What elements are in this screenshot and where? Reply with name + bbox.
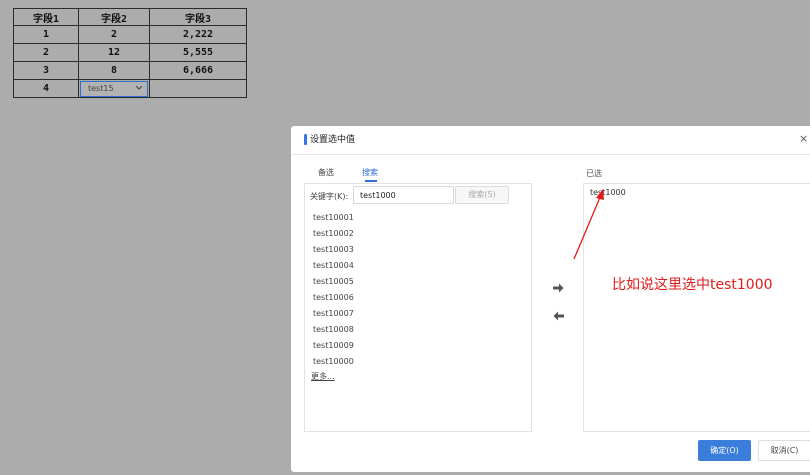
- dialog-title: 设置选中值: [310, 135, 356, 145]
- spreadsheet-table: 字段1 字段2 字段3 1 2 2,222 2 12 5,555 3 8 6,6…: [13, 8, 247, 98]
- selected-panel: test1000: [583, 183, 810, 432]
- header-cell-field2[interactable]: 字段2: [78, 8, 150, 26]
- selected-label: 已选: [586, 169, 602, 178]
- annotation-arrow-icon: [573, 189, 604, 260]
- search-button[interactable]: 搜索(S): [455, 186, 509, 204]
- option-list: test10001 test10002 test10003 test10004 …: [313, 210, 354, 370]
- list-item[interactable]: test10005: [313, 274, 354, 290]
- table-cell[interactable]: 3: [13, 61, 79, 80]
- table-cell[interactable]: 6,666: [149, 61, 247, 80]
- ok-button[interactable]: 确定(O): [698, 440, 751, 461]
- annotation-text: 比如说这里选中test1000: [612, 277, 773, 293]
- chevron-down-icon[interactable]: [135, 84, 143, 93]
- table-cell[interactable]: 8: [78, 61, 150, 80]
- search-panel: 关键字(K): 搜索(S) test10001 test10002 test10…: [304, 183, 532, 432]
- more-link[interactable]: 更多...: [311, 371, 335, 382]
- select-cell[interactable]: test15: [78, 79, 150, 98]
- move-right-arrow-icon[interactable]: [553, 283, 564, 296]
- cell-dropdown[interactable]: test15: [80, 80, 148, 97]
- title-accent-bar: [304, 134, 307, 145]
- set-selected-value-dialog: 设置选中值 × 备选 搜索 关键字(K): 搜索(S) test10001 te…: [291, 126, 810, 472]
- table-cell[interactable]: 2,222: [149, 25, 247, 44]
- table-row: 1 2 2,222: [13, 25, 247, 44]
- tab-search[interactable]: 搜索: [362, 167, 378, 178]
- dialog-header: 设置选中值 ×: [291, 126, 810, 155]
- cell-dropdown-value: test15: [88, 84, 114, 93]
- active-tab-indicator: [365, 180, 377, 182]
- header-cell-field3[interactable]: 字段3: [149, 8, 247, 26]
- list-item[interactable]: test10003: [313, 242, 354, 258]
- table-cell[interactable]: 5,555: [149, 43, 247, 62]
- table-cell[interactable]: 4: [13, 79, 79, 98]
- table-cell[interactable]: 1: [13, 25, 79, 44]
- keyword-label: 关键字(K):: [310, 192, 349, 201]
- list-item[interactable]: test10007: [313, 306, 354, 322]
- cancel-button[interactable]: 取消(C): [758, 440, 810, 461]
- keyword-input[interactable]: [353, 186, 454, 204]
- header-row: 字段1 字段2 字段3: [13, 8, 247, 26]
- header-cell-field1[interactable]: 字段1: [13, 8, 79, 26]
- list-item[interactable]: test10004: [313, 258, 354, 274]
- table-row: 2 12 5,555: [13, 43, 247, 62]
- table-cell[interactable]: 2: [13, 43, 79, 62]
- list-item[interactable]: test10008: [313, 322, 354, 338]
- list-item[interactable]: test10001: [313, 210, 354, 226]
- table-cell[interactable]: 12: [78, 43, 150, 62]
- list-item[interactable]: test10006: [313, 290, 354, 306]
- table-cell[interactable]: [149, 79, 247, 98]
- list-item[interactable]: test10009: [313, 338, 354, 354]
- list-item[interactable]: test10000: [313, 354, 354, 370]
- table-row: 3 8 6,666: [13, 61, 247, 80]
- move-left-arrow-icon[interactable]: [553, 311, 564, 324]
- close-icon[interactable]: ×: [799, 132, 808, 145]
- tab-candidates[interactable]: 备选: [318, 167, 334, 178]
- list-item[interactable]: test10002: [313, 226, 354, 242]
- table-cell[interactable]: 2: [78, 25, 150, 44]
- table-row: 4 test15: [13, 79, 247, 98]
